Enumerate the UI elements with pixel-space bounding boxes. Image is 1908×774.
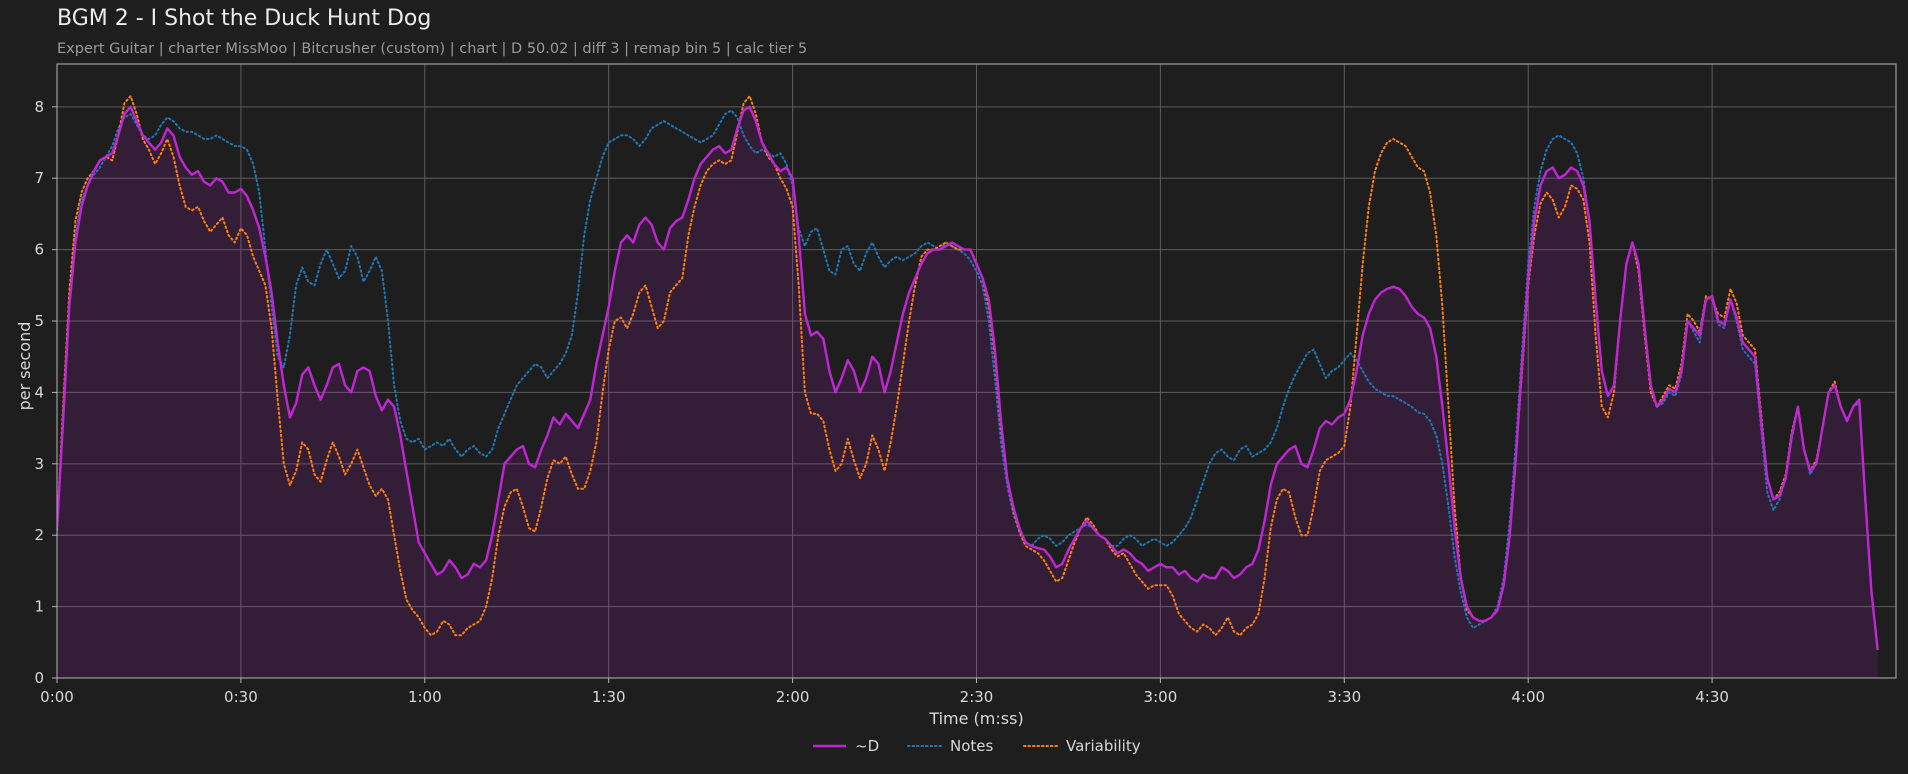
- legend-label: ~D: [855, 737, 879, 755]
- y-tick-label: 8: [34, 98, 44, 116]
- y-axis-label: per second: [15, 322, 34, 411]
- legend: ~D Notes Variability: [813, 737, 1141, 755]
- x-tick-label: 2:30: [960, 688, 994, 706]
- y-tick-label: 0: [34, 669, 44, 687]
- y-tick-label: 2: [34, 526, 44, 544]
- x-tick-label: 4:30: [1695, 688, 1729, 706]
- x-tick-label: 0:30: [224, 688, 258, 706]
- y-tick-label: 7: [34, 169, 44, 187]
- chart-area: 0:00 0:30 1:00 1:30 2:00 2:30 3:00 3:30 4:00 4:30…: [15, 63, 1897, 755]
- y-tick-label: 4: [34, 383, 44, 401]
- y-tick-label: 5: [34, 312, 44, 330]
- legend-label: Notes: [950, 737, 994, 755]
- y-tick-label: 1: [34, 598, 44, 616]
- series-area-fill: [57, 106, 1878, 678]
- y-tick-label: 3: [34, 455, 44, 473]
- x-tick-label: 1:30: [592, 688, 626, 706]
- x-tick-label: 1:00: [408, 688, 442, 706]
- y-tick-label: 6: [34, 241, 44, 259]
- x-tick-label: 2:00: [776, 688, 810, 706]
- legend-label: Variability: [1066, 737, 1141, 755]
- x-tick-label: 0:00: [40, 688, 74, 706]
- x-axis-label: Time (m:ss): [928, 709, 1023, 728]
- x-tick-label: 3:30: [1327, 688, 1361, 706]
- x-tick-label: 4:00: [1511, 688, 1545, 706]
- x-tick-label: 3:00: [1144, 688, 1178, 706]
- area-layer: [57, 106, 1878, 678]
